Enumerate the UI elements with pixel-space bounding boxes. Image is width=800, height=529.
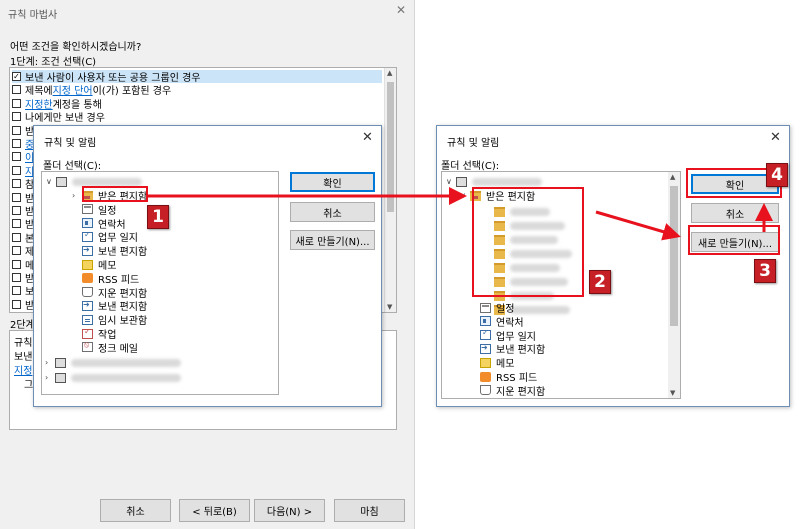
annotation-arrows — [148, 187, 773, 241]
step-badge-3: 3 — [754, 259, 776, 283]
step-badge-4: 4 — [766, 163, 788, 187]
step-badge-2: 2 — [589, 270, 611, 294]
arrow-to-new-button — [595, 210, 681, 241]
step-badge-1: 1 — [147, 205, 169, 229]
